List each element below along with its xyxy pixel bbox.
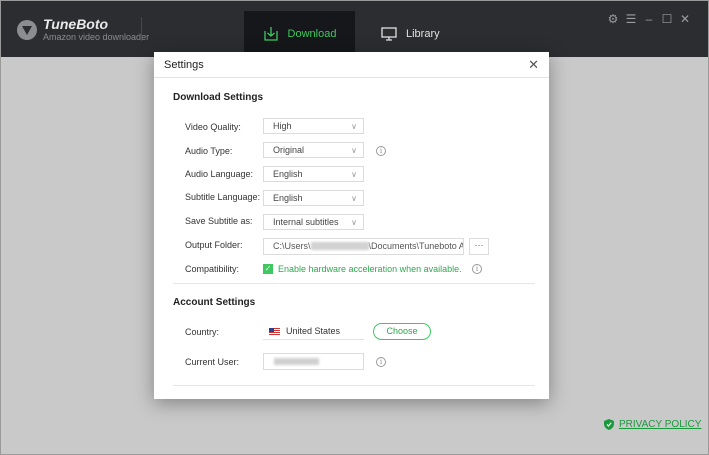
settings-dialog: Settings ✕ Download Settings Video Quali… — [154, 52, 549, 399]
chevron-down-icon: ∨ — [351, 218, 357, 227]
current-user-field — [263, 353, 364, 370]
output-folder-path-suffix: \Documents\Tuneboto Ar — [368, 241, 464, 251]
audio-language-select[interactable]: English ∨ — [263, 166, 364, 182]
save-subtitle-select[interactable]: Internal subtitles ∨ — [263, 214, 364, 230]
country-label: Country: — [185, 327, 220, 337]
tab-library[interactable]: Library — [381, 11, 471, 57]
brand-name: TuneBoto — [43, 16, 109, 32]
monitor-icon — [381, 26, 397, 42]
audio-language-label: Audio Language: — [185, 169, 254, 179]
output-folder-field[interactable]: C:\Users\ \Documents\Tuneboto Ar — [263, 238, 464, 255]
title-bar: TuneBoto Amazon video downloader Downloa… — [1, 1, 708, 57]
brand-subtitle: Amazon video downloader — [43, 32, 150, 42]
country-value: United States — [286, 326, 341, 336]
compatibility-label: Compatibility: — [185, 264, 240, 274]
dialog-header: Settings ✕ — [154, 52, 549, 78]
current-user-label: Current User: — [185, 357, 240, 367]
privacy-policy[interactable]: PRIVACY POLICY — [604, 419, 701, 430]
app-logo — [17, 20, 37, 40]
tab-library-label: Library — [406, 28, 440, 40]
section-divider — [173, 385, 535, 386]
subtitle-language-value: English — [273, 193, 303, 203]
app-window: TuneBoto Amazon video downloader Downloa… — [0, 0, 709, 455]
output-folder-path-prefix: C:\Users\ — [273, 241, 311, 251]
shield-icon — [604, 419, 614, 430]
maximize-icon[interactable]: ☐ — [660, 12, 674, 26]
browse-folder-button[interactable]: ··· — [469, 238, 489, 255]
info-icon[interactable]: i — [472, 264, 482, 274]
close-dialog-icon[interactable]: ✕ — [528, 58, 539, 71]
chevron-down-icon: ∨ — [351, 122, 357, 131]
section-divider — [173, 283, 535, 284]
chevron-down-icon: ∨ — [351, 194, 357, 203]
hardware-acceleration-checkbox[interactable]: ✓ — [263, 264, 273, 274]
titlebar-divider — [141, 17, 142, 41]
choose-country-button[interactable]: Choose — [373, 323, 431, 340]
audio-type-value: Original — [273, 145, 305, 155]
audio-type-select[interactable]: Original ∨ — [263, 142, 364, 158]
info-icon[interactable]: i — [376, 357, 386, 367]
menu-icon[interactable]: ☰ — [624, 12, 638, 26]
privacy-policy-link[interactable]: PRIVACY POLICY — [619, 419, 701, 430]
close-icon[interactable]: ✕ — [678, 12, 692, 26]
dialog-title: Settings — [164, 59, 204, 71]
save-subtitle-label: Save Subtitle as: — [185, 216, 253, 226]
hardware-acceleration-text: Enable hardware acceleration when availa… — [278, 264, 462, 274]
country-field: United States — [263, 323, 364, 340]
video-quality-label: Video Quality: — [185, 122, 241, 132]
output-folder-label: Output Folder: — [185, 240, 243, 250]
redacted-username — [310, 242, 369, 250]
chevron-down-icon: ∨ — [351, 146, 357, 155]
download-icon — [263, 26, 279, 42]
gear-icon[interactable]: ⚙ — [606, 12, 620, 26]
video-quality-value: High — [273, 121, 292, 131]
redacted-user — [274, 358, 319, 365]
audio-type-label: Audio Type: — [185, 146, 233, 156]
audio-language-value: English — [273, 169, 303, 179]
save-subtitle-value: Internal subtitles — [273, 217, 339, 227]
info-icon[interactable]: i — [376, 146, 386, 156]
download-settings-title: Download Settings — [173, 92, 263, 103]
minimize-icon[interactable]: – — [642, 12, 656, 26]
tab-download-label: Download — [287, 28, 337, 40]
tab-download[interactable]: Download — [244, 11, 355, 57]
account-settings-title: Account Settings — [173, 297, 256, 308]
video-quality-select[interactable]: High ∨ — [263, 118, 364, 134]
subtitle-language-label: Subtitle Language: — [185, 192, 261, 202]
us-flag-icon — [269, 327, 280, 335]
subtitle-language-select[interactable]: English ∨ — [263, 190, 364, 206]
window-controls: ⚙ ☰ – ☐ ✕ — [606, 12, 692, 26]
chevron-down-icon: ∨ — [351, 170, 357, 179]
